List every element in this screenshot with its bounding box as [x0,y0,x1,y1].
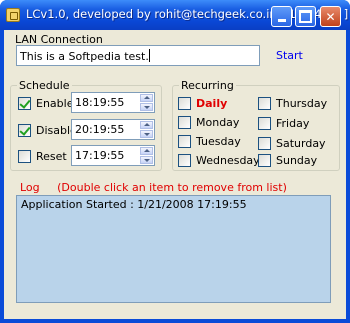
reset-time-value: 17:19:55 [75,149,125,162]
spin-down-icon[interactable] [140,103,153,111]
reset-time-picker[interactable]: 17:19:55 [71,145,155,166]
minimize-button[interactable] [271,6,292,27]
tuesday-checkbox-row[interactable]: Tuesday [178,134,241,148]
title-bar[interactable]: LCv1.0, developed by rohit@techgeek.co.i… [0,0,350,30]
thursday-checkbox[interactable] [258,96,271,110]
tuesday-checkbox[interactable] [178,134,191,148]
friday-checkbox-row[interactable]: Friday [258,116,309,130]
log-label: Log (Double click an item to remove from… [20,181,287,194]
wednesday-checkbox[interactable] [178,153,191,167]
spin-down-icon[interactable] [140,156,153,164]
monday-label: Monday [196,115,240,129]
tuesday-label: Tuesday [196,134,241,148]
log-entry[interactable]: Application Started : 1/21/2008 17:19:55 [21,198,326,211]
spin-down-icon[interactable] [140,130,153,138]
spin-up-icon[interactable] [140,121,153,129]
reset-label: Reset [36,149,67,163]
client-area: LAN Connection This is a Softpedia test.… [4,30,346,319]
saturday-label: Saturday [276,136,326,150]
log-list[interactable]: Application Started : 1/21/2008 17:19:55 [16,195,331,303]
disable-time-picker[interactable]: 20:19:55 [71,119,155,140]
text-caret [148,49,150,62]
disable-spinner[interactable] [140,121,153,138]
enable-time-value: 18:19:55 [75,96,125,109]
daily-checkbox[interactable] [178,96,191,110]
sunday-checkbox-row[interactable]: Sunday [258,153,317,167]
enable-checkbox-row[interactable]: Enable [18,96,73,110]
reset-checkbox-row[interactable]: Reset [18,149,67,163]
reset-spinner[interactable] [140,147,153,164]
recurring-legend: Recurring [179,79,236,92]
saturday-checkbox-row[interactable]: Saturday [258,136,326,150]
disable-time-value: 20:19:55 [75,123,125,136]
sunday-checkbox[interactable] [258,153,271,167]
enable-checkbox[interactable] [18,96,31,110]
enable-label: Enable [36,96,74,110]
friday-label: Friday [276,116,310,130]
spin-up-icon[interactable] [140,94,153,102]
spin-up-icon[interactable] [140,147,153,155]
thursday-label: Thursday [276,96,328,110]
monday-checkbox[interactable] [178,115,191,129]
saturday-checkbox[interactable] [258,136,271,150]
app-icon[interactable] [6,8,20,22]
disable-checkbox[interactable] [18,123,31,137]
sunday-label: Sunday [276,153,318,167]
start-link[interactable]: Start [276,49,303,62]
enable-time-picker[interactable]: 18:19:55 [71,92,155,113]
lan-connection-input-value: This is a Softpedia test. [20,50,149,63]
schedule-legend: Schedule [17,79,72,92]
lan-connection-input[interactable]: This is a Softpedia test. [16,45,260,66]
friday-checkbox[interactable] [258,116,271,130]
reset-checkbox[interactable] [18,149,31,163]
daily-checkbox-row[interactable]: Daily [178,96,227,110]
monday-checkbox-row[interactable]: Monday [178,115,239,129]
enable-spinner[interactable] [140,94,153,111]
daily-label: Daily [196,96,228,110]
thursday-checkbox-row[interactable]: Thursday [258,96,327,110]
app-window: LCv1.0, developed by rohit@techgeek.co.i… [0,0,350,323]
wednesday-checkbox-row[interactable]: Wednesday [178,153,260,167]
maximize-button[interactable] [295,6,316,27]
wednesday-label: Wednesday [196,153,260,167]
disable-checkbox-row[interactable]: Disable [18,123,77,137]
close-button[interactable] [320,6,341,27]
